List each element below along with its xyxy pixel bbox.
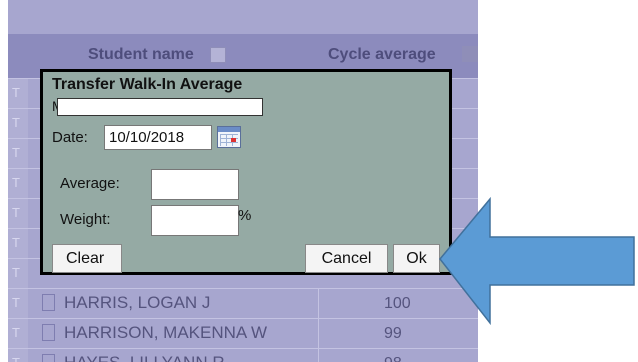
- arrow-shape: [439, 196, 635, 326]
- pointer-arrow-icon: [439, 196, 635, 326]
